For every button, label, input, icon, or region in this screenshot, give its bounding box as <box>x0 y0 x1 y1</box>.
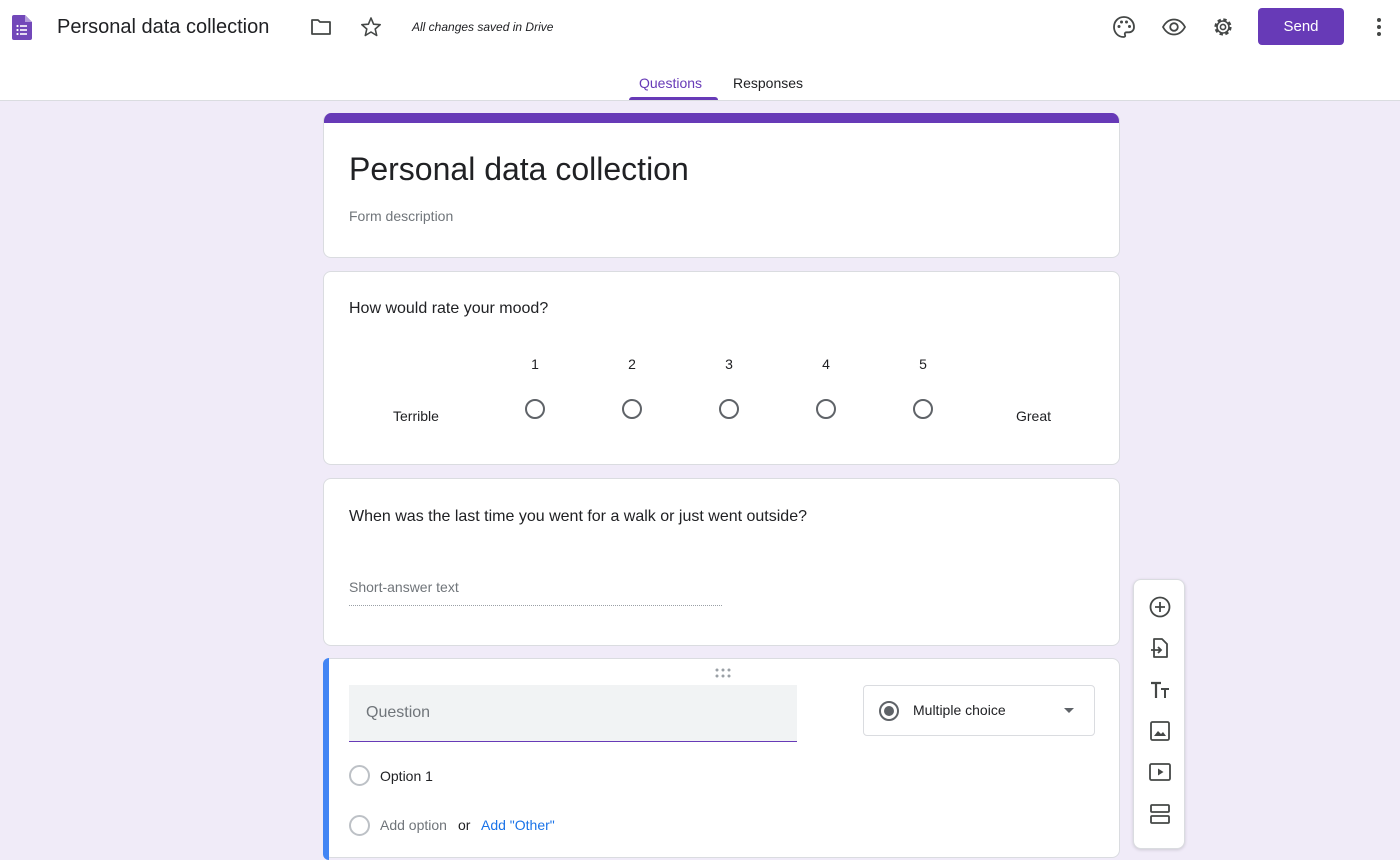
active-question-indicator <box>323 658 329 860</box>
scale-high-label: Great <box>1016 408 1052 424</box>
question-type-label: Multiple choice <box>913 702 1006 718</box>
chevron-down-icon <box>1064 708 1074 713</box>
scale-number: 1 <box>531 356 539 372</box>
form-header-card[interactable]: Personal data collection Form descriptio… <box>323 113 1120 258</box>
save-status: All changes saved in Drive <box>412 20 554 34</box>
add-title-icon[interactable] <box>1148 678 1172 702</box>
form-description[interactable]: Form description <box>349 208 453 224</box>
send-button[interactable]: Send <box>1258 8 1344 45</box>
question-title: How would rate your mood? <box>349 300 549 317</box>
add-other-button[interactable]: Add "Other" <box>481 817 555 833</box>
add-section-icon[interactable] <box>1148 802 1172 826</box>
import-questions-icon[interactable] <box>1148 636 1172 660</box>
settings-gear-icon[interactable] <box>1210 14 1236 40</box>
add-question-icon[interactable] <box>1148 595 1172 619</box>
star-icon[interactable] <box>359 15 383 39</box>
preview-eye-icon[interactable] <box>1161 14 1187 40</box>
drag-handle-icon[interactable] <box>714 667 732 679</box>
scale-number: 5 <box>919 356 927 372</box>
short-answer-placeholder: Short-answer text <box>349 579 722 606</box>
forms-logo-icon[interactable] <box>12 15 32 40</box>
scale-number: 3 <box>725 356 733 372</box>
top-bar: Personal data collection All changes sav… <box>0 0 1400 101</box>
tab-questions[interactable]: Questions <box>639 74 702 92</box>
or-separator: or <box>458 817 471 833</box>
scale-radio-4[interactable] <box>816 399 836 419</box>
palette-icon[interactable] <box>1111 14 1137 40</box>
folder-icon[interactable] <box>309 15 333 39</box>
option-radio <box>349 765 370 786</box>
scale-number: 4 <box>822 356 830 372</box>
add-option-radio <box>349 815 370 836</box>
more-vert-icon[interactable] <box>1367 15 1391 39</box>
scale-number: 2 <box>628 356 636 372</box>
question-title: When was the last time you went for a wa… <box>349 508 807 525</box>
question-card-linear-scale[interactable]: How would rate your mood? 1 2 3 4 5 Terr… <box>323 271 1120 465</box>
scale-radio-2[interactable] <box>622 399 642 419</box>
add-video-icon[interactable] <box>1148 760 1172 784</box>
scale-radio-3[interactable] <box>719 399 739 419</box>
document-title[interactable]: Personal data collection <box>57 13 269 41</box>
question-card-multiple-choice[interactable]: Question Multiple choice Option 1 Add op… <box>323 658 1120 860</box>
radio-button-icon <box>879 701 899 721</box>
form-accent-bar <box>324 113 1119 123</box>
question-title-input[interactable]: Question <box>349 685 797 742</box>
active-tab-indicator <box>629 97 718 100</box>
scale-radio-5[interactable] <box>913 399 933 419</box>
question-card-short-answer[interactable]: When was the last time you went for a wa… <box>323 478 1120 646</box>
tab-responses[interactable]: Responses <box>733 74 803 92</box>
add-image-icon[interactable] <box>1148 719 1172 743</box>
scale-low-label: Terrible <box>393 408 439 424</box>
question-type-dropdown[interactable]: Multiple choice <box>863 685 1095 736</box>
scale-radio-1[interactable] <box>525 399 545 419</box>
option-label[interactable]: Option 1 <box>380 768 433 784</box>
floating-toolbar <box>1133 579 1185 849</box>
form-title[interactable]: Personal data collection <box>349 149 689 189</box>
add-option-button[interactable]: Add option <box>380 817 447 833</box>
